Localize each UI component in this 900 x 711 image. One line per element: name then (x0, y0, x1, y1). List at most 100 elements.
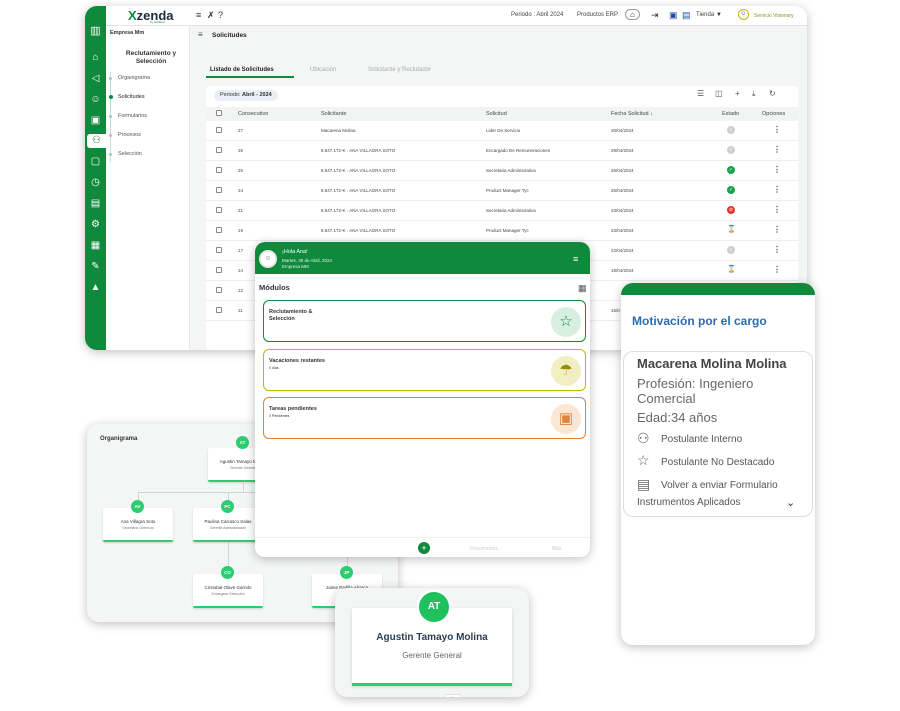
row-checkbox[interactable] (216, 267, 222, 273)
module-card-vacations[interactable]: Vacaciones restantes 0 días ☂ (263, 349, 586, 391)
bag-icon[interactable]: ▢ (88, 155, 103, 169)
gift-icon[interactable]: ▣ (669, 10, 678, 21)
table-row[interactable]: 25 8.547.172-K - ANA VILLAGRA SOTO Secreta… (206, 161, 798, 181)
option-internal[interactable]: Postulante Interno (661, 434, 742, 445)
graduation-icon[interactable]: ▲ (88, 281, 103, 295)
chevron-down-icon[interactable]: ▼ (716, 12, 722, 18)
home-icon[interactable]: ⌂ (88, 51, 103, 65)
col-solicitud[interactable]: Solicitud (486, 111, 507, 117)
logout-icon[interactable]: ⇥ (651, 10, 659, 21)
help-icon[interactable]: ? (218, 10, 223, 20)
row-checkbox[interactable] (216, 127, 222, 133)
tab-listado[interactable]: Listado de Solicitudes (210, 67, 274, 73)
col-fecha[interactable]: Fecha Solicitud ↓ (611, 111, 653, 117)
settings-icon[interactable]: ⚙ (88, 218, 103, 232)
user-avatar[interactable]: ☺ (738, 9, 749, 20)
row-checkbox[interactable] (216, 307, 222, 313)
chevron-down-icon[interactable]: ⌄ (786, 496, 795, 509)
download-icon[interactable]: ⤓ (752, 89, 756, 99)
company-label: Empresa MM (282, 264, 309, 269)
row-checkbox[interactable] (216, 167, 222, 173)
period-chip[interactable]: Periodo: Abril - 2024 (214, 90, 278, 101)
row-options-icon[interactable]: ⋮ (773, 185, 781, 194)
briefcase-icon[interactable]: ▣ (88, 114, 103, 128)
columns-icon[interactable]: ◫ (715, 89, 723, 98)
menu-icon[interactable]: ≡ (196, 10, 201, 20)
table-row[interactable]: 19 8.547.172-K - ANA VILLAGRA SOTO Product… (206, 221, 798, 241)
user-avatar[interactable]: ☺ (259, 250, 277, 268)
tab-ubicacion[interactable]: Ubicación (310, 67, 336, 73)
nav-documentos[interactable]: Documentos (470, 546, 498, 552)
side-item-formularios[interactable]: Formularios (118, 113, 147, 119)
cell-solicitante: 8.547.172-K - ANA VILLAGRA SOTO (321, 228, 396, 233)
instruments-label[interactable]: Instrumentos Aplicados (637, 497, 740, 508)
pin-icon[interactable]: ✗ (207, 10, 215, 21)
children-count-button[interactable]: ⌃3 (444, 694, 462, 697)
row-options-icon[interactable]: ⋮ (773, 165, 781, 174)
option-resend-form[interactable]: Volver a enviar Formulario (661, 480, 778, 491)
clock-icon[interactable]: ◷ (88, 176, 103, 190)
row-options-icon[interactable]: ⋮ (773, 125, 781, 134)
module-card-tasks[interactable]: Tareas pendientes 0 Pendientes ▣ (263, 397, 586, 439)
row-options-icon[interactable]: ⋮ (773, 245, 781, 254)
filter-icon[interactable]: ☰ (697, 89, 704, 98)
org-node[interactable]: Paulina Carrasco Salas Gerente Administr… (193, 508, 263, 542)
table-row[interactable]: 21 8.547.172-K - ANA VILLAGRA SOTO Secreta… (206, 201, 798, 221)
table-row[interactable]: 24 8.547.172-K - ANA VILLAGRA SOTO Product… (206, 181, 798, 201)
row-checkbox[interactable] (216, 287, 222, 293)
status-pending-icon: ✓ (727, 126, 735, 134)
tab-solicitante-reclutador[interactable]: Solicitante y Reclutador (368, 67, 431, 73)
module-title: Reclutamiento y Selección (125, 50, 177, 65)
user-icon[interactable]: ☺ (88, 93, 103, 107)
col-consecutivo[interactable]: Consecutivo (238, 111, 268, 117)
add-button[interactable]: + (418, 542, 430, 554)
hamburger-icon[interactable]: ≡ (198, 30, 203, 39)
row-options-icon[interactable]: ⋮ (773, 205, 781, 214)
card-title: Reclutamiento & Selección (269, 309, 313, 322)
nav-mas[interactable]: Más (552, 546, 561, 552)
row-checkbox[interactable] (216, 227, 222, 233)
row-options-icon[interactable]: ⋮ (773, 265, 781, 274)
side-dot (109, 77, 112, 80)
user-name[interactable]: Servicio Visionary (754, 13, 794, 19)
menu-icon[interactable]: ≡ (573, 254, 578, 264)
recruitment-icon[interactable]: ⚇ (87, 134, 106, 148)
row-checkbox[interactable] (216, 147, 222, 153)
select-all-checkbox[interactable] (216, 110, 222, 116)
cell-solicitante: 8.547.172-K - ANA VILLAGRA SOTO (321, 208, 396, 213)
row-checkbox[interactable] (216, 247, 222, 253)
edit-icon[interactable]: ✎ (88, 260, 103, 274)
document-icon[interactable]: ▤ (88, 197, 103, 211)
refresh-icon[interactable]: ↻ (769, 89, 776, 98)
cell-solicitud: Secretaria Administrativa (486, 168, 536, 173)
side-item-solicitudes[interactable]: Solicitudes (118, 94, 145, 100)
modules-title: Módulos (259, 283, 290, 292)
table-row[interactable]: 27 Macarena Molina Lider De Servicio 30/04/… (206, 121, 798, 141)
col-opciones: Opciones (762, 111, 786, 117)
add-icon[interactable]: + (735, 89, 740, 98)
status-waiting-icon: ⌛ (727, 266, 736, 273)
option-not-highlighted[interactable]: Postulante No Destacado (661, 457, 774, 468)
store-label[interactable]: Tienda (696, 12, 714, 18)
side-item-organigrama[interactable]: Organigrama (118, 75, 150, 81)
side-item-seleccion[interactable]: Selección (118, 151, 142, 157)
row-checkbox[interactable] (216, 187, 222, 193)
org-node[interactable]: Cristobal Olave Garrido Encargado Selecc… (193, 574, 263, 608)
org-node[interactable]: Ana Villagra Soto Secretaria Gerencia (103, 508, 173, 542)
home-toggle-icon[interactable]: ⌂ (625, 9, 640, 20)
report-icon[interactable]: ▦ (88, 239, 103, 253)
module-card-recruitment[interactable]: Reclutamiento & Selección ☆ (263, 300, 586, 342)
row-options-icon[interactable]: ⋮ (773, 145, 781, 154)
grid-icon[interactable]: ▦ (578, 283, 587, 294)
table-row[interactable]: 26 8.547.172-K - ANA VILLAGRA SOTO Encarga… (206, 141, 798, 161)
erp-label[interactable]: Productos ERP (577, 12, 618, 18)
megaphone-icon[interactable]: ◁ (88, 72, 103, 86)
row-options-icon[interactable]: ⋮ (773, 225, 781, 234)
cell-consecutivo: 27 (238, 128, 244, 133)
cell-fecha: 22/04/2024 (611, 248, 634, 253)
col-solicitante[interactable]: Solicitante (321, 111, 346, 117)
period-label[interactable]: Periodo : Abril 2024 (511, 12, 563, 18)
store-icon[interactable]: ▤ (682, 10, 691, 21)
side-item-procesos[interactable]: Procesos (118, 132, 141, 138)
row-checkbox[interactable] (216, 207, 222, 213)
